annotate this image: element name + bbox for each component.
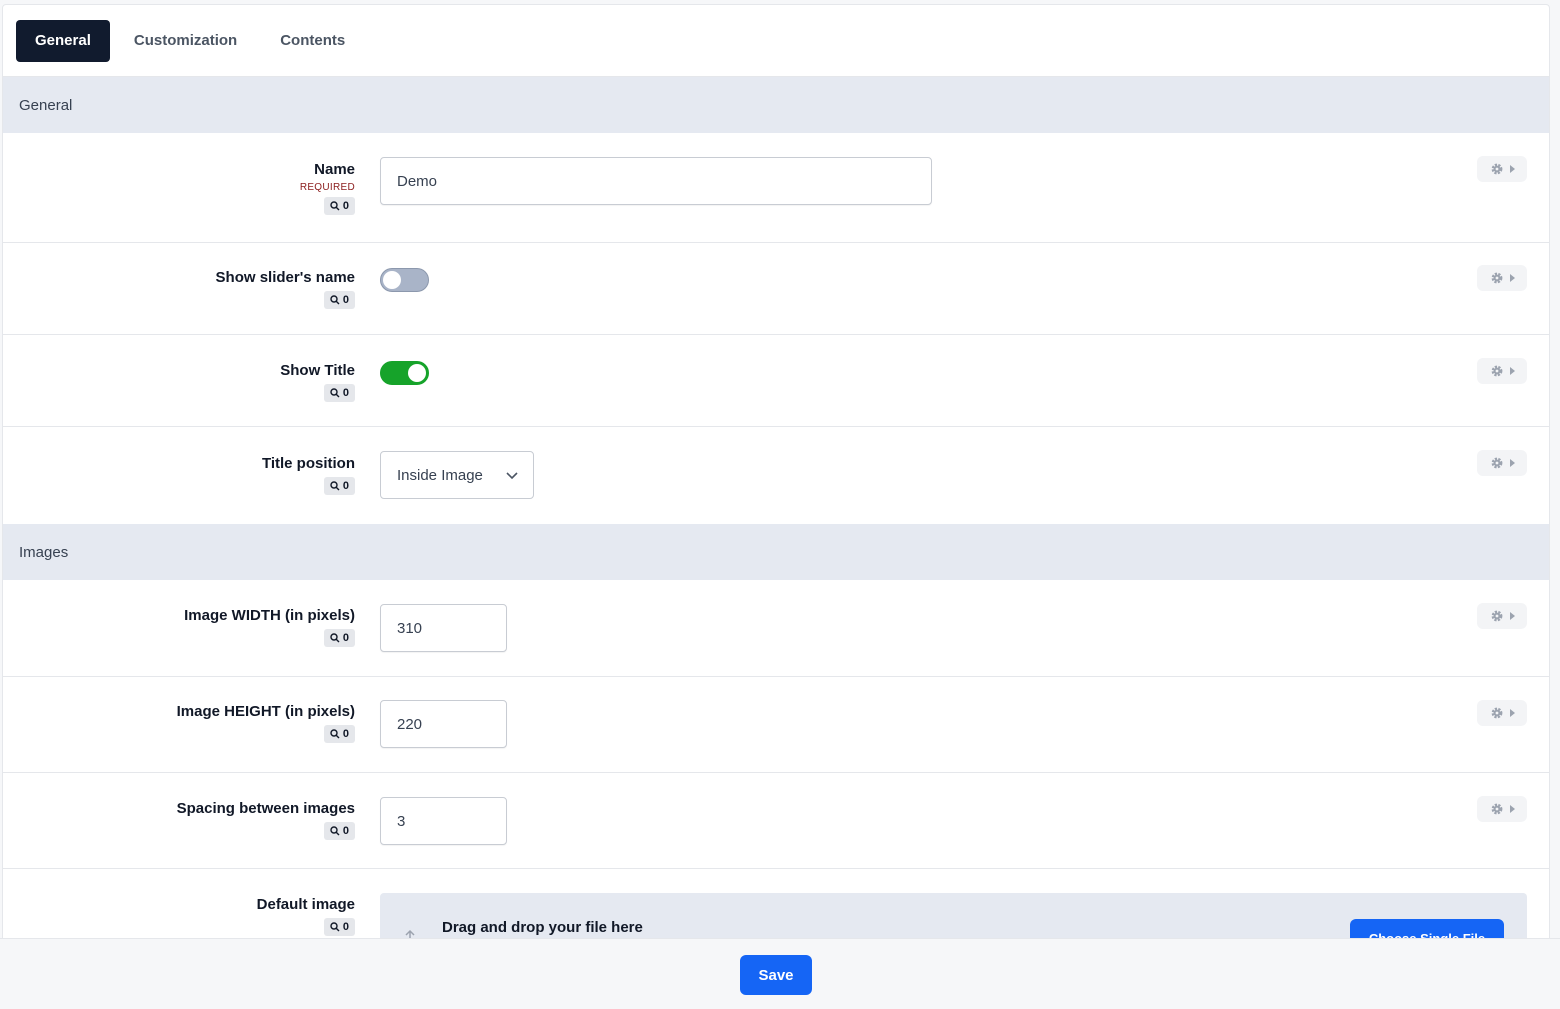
badge-count: 0 — [342, 480, 349, 492]
badge-count: 0 — [342, 921, 349, 933]
row-settings-button[interactable] — [1477, 796, 1527, 822]
badge-count: 0 — [342, 387, 349, 399]
search-icon — [330, 633, 340, 643]
tab-contents[interactable]: Contents — [261, 20, 364, 62]
spacing-input[interactable] — [380, 797, 507, 845]
required-indicator: REQUIRED — [299, 182, 355, 193]
caret-right-icon — [1509, 805, 1515, 813]
toggle-knob — [383, 271, 401, 289]
select-value: Inside Image — [397, 466, 483, 484]
caret-right-icon — [1509, 459, 1515, 467]
search-count-badge[interactable]: 0 — [323, 197, 355, 215]
image-width-input[interactable] — [380, 604, 507, 652]
caret-right-icon — [1509, 165, 1515, 173]
badge-count: 0 — [342, 728, 349, 740]
row-settings-button[interactable] — [1477, 603, 1527, 629]
search-count-badge[interactable]: 0 — [323, 384, 355, 402]
field-label-image-width: Image WIDTH (in pixels) — [184, 607, 355, 624]
tab-bar: General Customization Contents — [3, 5, 1549, 77]
search-icon — [330, 826, 340, 836]
form-row-show-slider-name: Show slider's name 0 — [3, 243, 1549, 335]
row-settings-button[interactable] — [1477, 265, 1527, 291]
gear-icon — [1491, 707, 1502, 719]
search-count-badge[interactable]: 0 — [323, 918, 355, 936]
search-icon — [330, 922, 340, 932]
search-count-badge[interactable]: 0 — [323, 822, 355, 840]
search-count-badge[interactable]: 0 — [323, 477, 355, 495]
label-group-default-image: Default image 0 — [257, 895, 355, 936]
gear-icon — [1491, 610, 1502, 622]
caret-right-icon — [1509, 274, 1515, 282]
row-settings-button[interactable] — [1477, 700, 1527, 726]
show-slider-name-toggle[interactable] — [380, 268, 429, 292]
label-group-image-width: Image WIDTH (in pixels) 0 — [184, 606, 355, 647]
badge-count: 0 — [342, 200, 349, 212]
search-icon — [330, 388, 340, 398]
label-group-spacing: Spacing between images 0 — [177, 799, 355, 840]
field-label-image-height: Image HEIGHT (in pixels) — [176, 703, 355, 720]
field-label-spacing: Spacing between images — [176, 800, 355, 817]
field-label-show-title: Show Title — [280, 362, 355, 379]
search-count-badge[interactable]: 0 — [323, 725, 355, 743]
title-position-select[interactable]: Inside Image — [380, 451, 534, 499]
section-header-images: Images — [3, 524, 1549, 580]
chevron-down-icon — [506, 472, 518, 480]
label-group-show-slider-name: Show slider's name 0 — [216, 268, 355, 309]
gear-icon — [1491, 272, 1502, 284]
form-row-title-position: Title position 0 Inside Image — [3, 427, 1549, 524]
field-label-name: Name — [314, 161, 355, 178]
gear-icon — [1491, 163, 1502, 175]
settings-panel: General Customization Contents General N… — [2, 4, 1550, 1009]
footer-bar: Save — [0, 938, 1560, 1009]
field-label-default-image: Default image — [256, 896, 355, 913]
badge-count: 0 — [342, 294, 349, 306]
tab-general[interactable]: General — [16, 19, 110, 62]
search-icon — [330, 201, 340, 211]
label-group-title-position: Title position 0 — [262, 454, 355, 495]
form-row-image-height: Image HEIGHT (in pixels) 0 — [3, 677, 1549, 773]
tab-customization[interactable]: Customization — [115, 20, 256, 62]
search-icon — [330, 295, 340, 305]
form-row-name: Name REQUIRED 0 — [3, 133, 1549, 243]
search-count-badge[interactable]: 0 — [323, 629, 355, 647]
field-label-show-slider-name: Show slider's name — [215, 269, 355, 286]
gear-icon — [1491, 365, 1502, 377]
search-icon — [330, 729, 340, 739]
row-settings-button[interactable] — [1477, 156, 1527, 182]
save-button[interactable]: Save — [740, 955, 812, 995]
badge-count: 0 — [342, 825, 349, 837]
section-header-general: General — [3, 77, 1549, 133]
dropzone-text: Drag and drop your file here — [442, 919, 643, 936]
badge-count: 0 — [342, 632, 349, 644]
name-input[interactable] — [380, 157, 932, 205]
toggle-knob — [408, 364, 426, 382]
show-title-toggle[interactable] — [380, 361, 429, 385]
caret-right-icon — [1509, 612, 1515, 620]
label-group-image-height: Image HEIGHT (in pixels) 0 — [177, 702, 355, 743]
search-count-badge[interactable]: 0 — [323, 291, 355, 309]
form-row-show-title: Show Title 0 — [3, 335, 1549, 427]
gear-icon — [1491, 457, 1502, 469]
row-settings-button[interactable] — [1477, 450, 1527, 476]
label-group-show-title: Show Title 0 — [280, 361, 355, 402]
form-row-spacing: Spacing between images 0 — [3, 773, 1549, 869]
caret-right-icon — [1509, 709, 1515, 717]
search-icon — [330, 481, 340, 491]
gear-icon — [1491, 803, 1502, 815]
row-settings-button[interactable] — [1477, 358, 1527, 384]
image-height-input[interactable] — [380, 700, 507, 748]
form-row-image-width: Image WIDTH (in pixels) 0 — [3, 580, 1549, 677]
label-group-name: Name REQUIRED 0 — [300, 160, 355, 215]
caret-right-icon — [1509, 367, 1515, 375]
field-label-title-position: Title position — [261, 455, 355, 472]
